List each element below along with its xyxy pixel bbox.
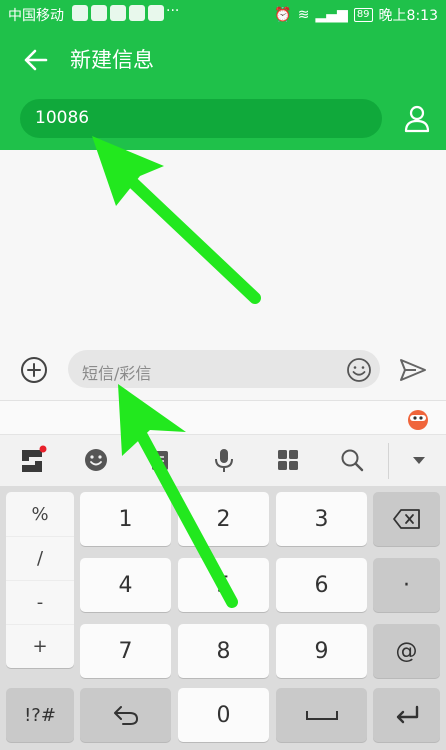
undo-arrow-icon bbox=[113, 706, 138, 725]
app-notification-icon bbox=[91, 5, 107, 21]
microphone-icon[interactable] bbox=[209, 445, 239, 475]
key-3[interactable]: 3 bbox=[276, 492, 367, 546]
carrier-name: 中国移动 bbox=[8, 8, 64, 24]
app-notification-icon bbox=[72, 5, 88, 21]
wifi-icon: ≋ bbox=[297, 7, 310, 23]
key-return-to-letters[interactable] bbox=[80, 688, 171, 742]
keyboard-mascot-icon[interactable] bbox=[406, 407, 430, 431]
recipient-field[interactable]: 10086 bbox=[20, 99, 382, 138]
enter-icon bbox=[396, 705, 418, 724]
toolbar-divider bbox=[388, 443, 389, 479]
status-bar: 中国移动 ··· ⏰ ≋ ▂▄▆ 89 晚上8:13 bbox=[0, 0, 446, 28]
contacts-person-icon[interactable] bbox=[400, 102, 434, 136]
space-icon bbox=[305, 711, 338, 720]
send-icon[interactable] bbox=[398, 356, 428, 384]
more-notifications: ··· bbox=[166, 3, 180, 19]
key-1[interactable]: 1 bbox=[80, 492, 171, 546]
app-notification-icon bbox=[129, 5, 145, 21]
add-attachment-icon[interactable] bbox=[18, 354, 50, 386]
app-header: 新建信息 10086 bbox=[0, 28, 446, 150]
recipient-number: 10086 bbox=[35, 108, 90, 128]
key-6[interactable]: 6 bbox=[276, 558, 367, 612]
emoji-icon[interactable] bbox=[346, 357, 372, 383]
app-notification-icon bbox=[110, 5, 126, 21]
status-right: ⏰ ≋ ▂▄▆ 89 晚上8:13 bbox=[274, 5, 438, 25]
backspace-icon bbox=[392, 509, 420, 529]
keyboard-toolbar bbox=[0, 434, 446, 487]
numeric-keypad: % / - + 1 2 3 4 5 6 · 7 8 9 @ !?# 0 bbox=[0, 486, 446, 750]
signal-icon: ▂▄▆ bbox=[315, 7, 348, 23]
search-icon[interactable] bbox=[337, 445, 367, 475]
key-4[interactable]: 4 bbox=[80, 558, 171, 612]
collapse-keyboard-icon[interactable] bbox=[404, 445, 434, 475]
message-input[interactable]: 短信/彩信 bbox=[68, 350, 380, 388]
key-5[interactable]: 5 bbox=[178, 558, 269, 612]
key-at[interactable]: @ bbox=[373, 624, 440, 678]
sogou-logo-icon[interactable] bbox=[17, 445, 47, 475]
page-title: 新建信息 bbox=[70, 48, 154, 72]
grid-apps-icon[interactable] bbox=[273, 445, 303, 475]
clock: 晚上8:13 bbox=[378, 8, 438, 24]
key-enter[interactable] bbox=[373, 688, 440, 742]
key-9[interactable]: 9 bbox=[276, 624, 367, 678]
keyboard-suggestion-strip bbox=[0, 400, 446, 435]
key-slash[interactable]: / bbox=[6, 536, 74, 581]
battery-icon: 89 bbox=[353, 8, 373, 22]
back-arrow-icon[interactable] bbox=[18, 42, 54, 78]
key-8[interactable]: 8 bbox=[178, 624, 269, 678]
key-dot[interactable]: · bbox=[373, 558, 440, 612]
key-symbols-switch[interactable]: !?# bbox=[6, 688, 74, 742]
alarm-icon: ⏰ bbox=[274, 7, 292, 23]
key-backspace[interactable] bbox=[373, 492, 440, 546]
key-7[interactable]: 7 bbox=[80, 624, 171, 678]
message-placeholder: 短信/彩信 bbox=[82, 364, 152, 383]
notification-icons bbox=[72, 5, 164, 21]
key-percent[interactable]: % bbox=[6, 492, 74, 537]
arrow-to-recipient-icon bbox=[92, 136, 261, 304]
key-plus[interactable]: + bbox=[6, 624, 74, 668]
compose-bar: 短信/彩信 bbox=[0, 340, 446, 400]
key-0[interactable]: 0 bbox=[178, 688, 269, 742]
symbol-column: % / - + bbox=[6, 492, 74, 668]
emoji-keyboard-icon[interactable] bbox=[81, 445, 111, 475]
clipboard-icon[interactable] bbox=[145, 445, 175, 475]
app-notification-icon bbox=[148, 5, 164, 21]
key-minus[interactable]: - bbox=[6, 580, 74, 625]
key-2[interactable]: 2 bbox=[178, 492, 269, 546]
key-space[interactable] bbox=[276, 688, 367, 742]
